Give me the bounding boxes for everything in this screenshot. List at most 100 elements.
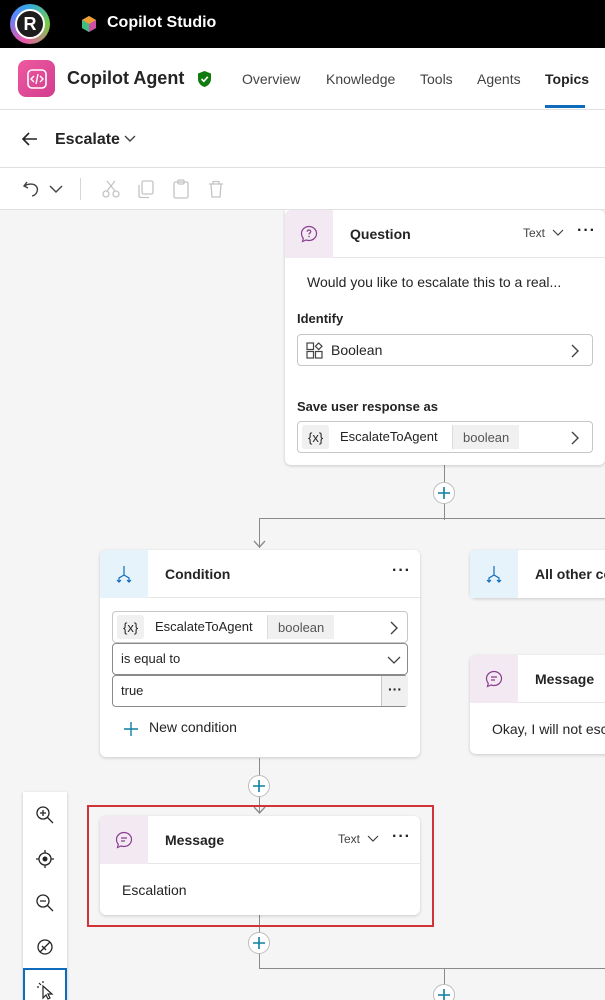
chevron-down-icon[interactable]	[552, 228, 564, 238]
chevron-right-icon	[571, 344, 579, 358]
zoom-controls	[23, 792, 67, 1000]
message-node-right[interactable]: Message Okay, I will not esc	[470, 655, 605, 754]
add-node-button[interactable]	[433, 482, 455, 504]
arrow-down-icon	[253, 540, 266, 548]
editor-toolbar	[0, 168, 605, 210]
operator-value: is equal to	[121, 651, 181, 666]
condition-value-field[interactable]: true ···	[112, 675, 408, 707]
tab-agents[interactable]: Agents	[477, 71, 521, 87]
chevron-down-icon	[387, 656, 401, 664]
save-response-label: Save user response as	[297, 399, 438, 414]
question-node[interactable]: Question Text ··· Would you like to esca…	[285, 210, 605, 465]
more-options-icon[interactable]: ···	[577, 222, 596, 240]
app-title[interactable]: Copilot Studio	[107, 14, 216, 32]
condition-variable-field[interactable]: {x} EscalateToAgent boolean	[112, 611, 408, 643]
pointer-select-icon	[37, 981, 54, 1000]
message-node-title: Message	[535, 671, 595, 687]
copy-icon[interactable]	[135, 178, 157, 200]
variable-type: boolean	[452, 425, 520, 449]
new-condition-button[interactable]: New condition	[149, 719, 237, 735]
all-other-conditions-title: All other co	[535, 566, 605, 582]
value-options-icon[interactable]: ···	[381, 676, 408, 706]
agent-name[interactable]: Copilot Agent	[67, 68, 184, 89]
message-type-label[interactable]: Text	[338, 832, 360, 846]
question-node-icon	[285, 210, 333, 258]
question-node-title: Question	[350, 226, 411, 242]
chevron-down-icon[interactable]	[122, 130, 138, 146]
message-text[interactable]: Escalation	[122, 882, 187, 898]
verified-shield-icon	[198, 71, 211, 87]
undo-dropdown-chevron-icon[interactable]	[45, 178, 67, 200]
agent-header: Copilot Agent Overview Knowledge Tools A…	[0, 48, 605, 110]
message-node-icon	[100, 816, 148, 864]
condition-node-icon	[470, 550, 518, 598]
message-node[interactable]: Message Text ··· Escalation	[100, 816, 420, 915]
message-node-icon	[470, 655, 518, 703]
condition-node-header: Condition ···	[100, 550, 420, 598]
condition-node[interactable]: Condition ··· {x} EscalateToAgent boolea…	[100, 550, 420, 757]
back-arrow-icon[interactable]	[20, 129, 40, 149]
plus-icon	[253, 937, 265, 949]
identify-label: Identify	[297, 311, 344, 326]
message-node-title: Message	[165, 832, 225, 848]
minimap-off-icon[interactable]	[35, 937, 55, 957]
branch-icon	[486, 566, 502, 583]
copilot-studio-logo-icon	[82, 16, 96, 32]
more-options-icon[interactable]: ···	[392, 562, 411, 580]
toolbar-divider	[80, 178, 81, 200]
identify-value: Boolean	[331, 342, 383, 358]
delete-icon[interactable]	[205, 178, 227, 200]
plus-icon	[253, 780, 265, 792]
tab-topics[interactable]: Topics	[545, 71, 589, 87]
add-node-button[interactable]	[248, 932, 270, 954]
condition-value: true	[121, 683, 144, 698]
question-prompt[interactable]: Would you like to escalate this to a rea…	[307, 274, 561, 290]
tab-overview[interactable]: Overview	[242, 71, 300, 87]
active-tab-indicator	[545, 105, 585, 108]
message-node-header: Message Text ···	[100, 816, 420, 864]
message-bubble-icon	[485, 670, 503, 688]
identify-field[interactable]: Boolean	[297, 334, 593, 366]
condition-node-icon	[100, 550, 148, 598]
cut-icon[interactable]	[100, 178, 122, 200]
variable-icon: {x}	[302, 425, 330, 449]
tab-tools[interactable]: Tools	[420, 71, 453, 87]
add-node-button[interactable]	[433, 984, 455, 1000]
variable-icon: {x}	[117, 615, 145, 639]
variable-type: boolean	[267, 615, 335, 639]
recenter-icon[interactable]	[35, 849, 55, 869]
zoom-out-icon[interactable]	[35, 893, 55, 913]
more-options-icon[interactable]: ···	[392, 828, 411, 846]
connector-line	[259, 518, 605, 519]
operator-select[interactable]: is equal to	[112, 643, 408, 675]
question-type-label[interactable]: Text	[523, 226, 545, 240]
message-text[interactable]: Okay, I will not esc	[492, 721, 605, 737]
plus-icon	[438, 989, 450, 1000]
topic-header: Escalate	[0, 110, 605, 168]
zoom-in-icon[interactable]	[35, 805, 55, 825]
authoring-canvas[interactable]: Question Text ··· Would you like to esca…	[0, 210, 605, 1000]
topic-name[interactable]: Escalate	[55, 131, 120, 149]
question-node-header: Question Text ···	[285, 210, 605, 258]
message-bubble-icon	[115, 831, 133, 849]
message-node-header: Message	[470, 655, 605, 703]
tab-knowledge[interactable]: Knowledge	[326, 71, 395, 87]
chevron-right-icon	[390, 621, 398, 635]
condition-node-title: Condition	[165, 566, 231, 582]
chevron-down-icon[interactable]	[367, 834, 379, 844]
user-avatar[interactable]: R	[10, 4, 50, 44]
avatar-letter: R	[15, 9, 45, 39]
branch-icon	[116, 566, 132, 583]
paste-icon[interactable]	[170, 178, 192, 200]
chevron-right-icon	[571, 431, 579, 445]
app-top-bar: R Copilot Studio	[0, 0, 605, 48]
undo-icon[interactable]	[21, 178, 43, 200]
agent-icon	[18, 60, 55, 97]
select-tool-button[interactable]	[23, 968, 67, 1000]
connector-line	[259, 968, 605, 969]
question-bubble-icon	[300, 225, 318, 243]
add-node-button[interactable]	[248, 775, 270, 797]
all-other-conditions-node[interactable]: All other co	[470, 550, 605, 598]
plus-icon[interactable]	[123, 721, 139, 737]
save-response-field[interactable]: {x} EscalateToAgent boolean	[297, 421, 593, 453]
